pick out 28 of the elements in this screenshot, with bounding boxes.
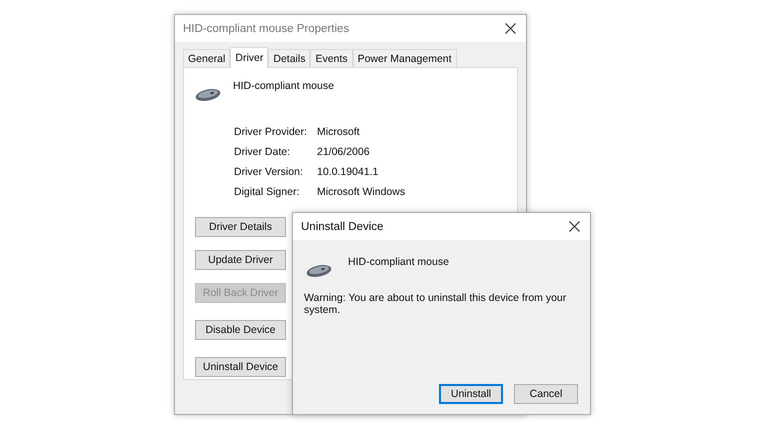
- action-button[interactable]: Uninstall Device: [195, 357, 286, 377]
- mouse-icon: [306, 264, 332, 278]
- warning-text: Warning: You are about to uninstall this device from your system.: [304, 292, 568, 316]
- action-button[interactable]: Disable Device: [195, 320, 286, 340]
- field-label: Digital Signer:: [234, 186, 300, 198]
- close-icon[interactable]: [569, 221, 580, 232]
- tab[interactable]: Driver: [230, 47, 268, 68]
- device-name: HID-compliant mouse: [348, 256, 449, 268]
- action-button[interactable]: Update Driver: [195, 250, 286, 270]
- field-value: Microsoft Windows: [317, 186, 406, 198]
- close-icon[interactable]: [505, 23, 516, 34]
- tab[interactable]: Power Management: [352, 49, 457, 67]
- tab[interactable]: Events: [310, 49, 353, 67]
- mouse-icon: [195, 88, 221, 102]
- field-label: Driver Date:: [234, 146, 292, 158]
- field-value: 21/06/2006: [317, 146, 371, 158]
- device-name: HID-compliant mouse: [233, 80, 334, 92]
- field-value: 10.0.19041.1: [317, 166, 380, 178]
- window-title: HID-compliant mouse Properties: [183, 22, 350, 34]
- dialog-button[interactable]: Uninstall: [439, 384, 503, 404]
- tab[interactable]: General: [183, 49, 230, 67]
- action-button[interactable]: Driver Details: [195, 217, 286, 237]
- field-label: Driver Provider:: [234, 126, 308, 138]
- tab[interactable]: Details: [268, 49, 310, 67]
- field-value: Microsoft: [317, 126, 361, 138]
- dialog-button[interactable]: Cancel: [514, 384, 578, 404]
- dialog-title: Uninstall Device: [301, 220, 384, 232]
- field-label: Driver Version:: [234, 166, 304, 178]
